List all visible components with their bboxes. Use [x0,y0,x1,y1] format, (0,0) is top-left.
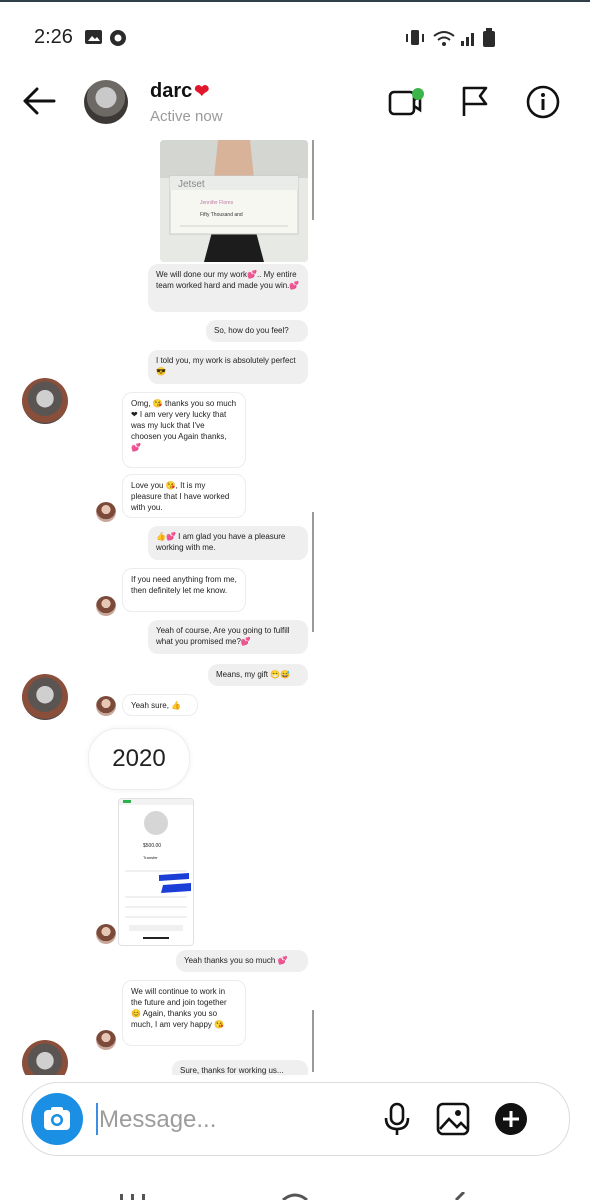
contact-avatar-small[interactable] [96,696,116,716]
message-outgoing[interactable]: Sure, thanks for working us... [172,1060,308,1075]
video-call-icon[interactable] [386,84,426,120]
message-incoming[interactable]: Love you 😘, It is my pleasure that I hav… [122,474,246,518]
gallery-notification-icon [85,30,102,44]
info-icon[interactable] [524,84,562,120]
contact-avatar-large[interactable] [22,1040,68,1075]
contact-avatar-small[interactable] [96,924,116,944]
check-photo[interactable]: Jetset Jennifer Flores Fifty Thousand an… [160,140,308,262]
home-icon[interactable] [280,1192,310,1200]
message-outgoing[interactable]: I told you, my work is absolutely perfec… [148,350,308,384]
chat-header: darc ❤ Active now [0,70,590,140]
contact-name-text: darc [150,80,193,102]
battery-icon [483,28,495,47]
camera-button[interactable] [31,1093,83,1145]
payment-amount: $500.00 [143,843,161,849]
check-photo-art: Jetset Jennifer Flores Fifty Thousand an… [160,140,308,262]
message-input[interactable] [97,1103,361,1137]
contact-avatar-small[interactable] [96,596,116,616]
arrow-left-icon[interactable] [20,84,58,118]
check-brand: Jetset [178,179,205,190]
recent-apps-icon[interactable] [118,1192,148,1200]
settings-notification-icon [110,30,126,46]
message-incoming[interactable]: We will continue to work in the future a… [122,980,246,1046]
top-border [0,0,590,2]
message-incoming[interactable]: Omg, 😘 thanks you so much ❤ I am very ve… [122,392,246,468]
scroll-indicator[interactable] [312,512,314,632]
system-nav-bar [0,1180,590,1200]
message-outgoing[interactable]: Yeah of course, Are you going to fulfill… [148,620,308,654]
message-outgoing[interactable]: Yeah thanks you so much 💕 [176,950,308,972]
back-nav-icon[interactable] [450,1192,470,1200]
signal-icon [461,33,474,46]
contact-name[interactable]: darc ❤ [150,80,209,103]
payment-screenshot-art: $500.00 Transfer [119,799,193,939]
contact-avatar-large[interactable] [22,674,68,720]
contact-avatar-small[interactable] [96,1030,116,1050]
message-outgoing[interactable]: We will done our my work💕.. My entire te… [148,264,308,312]
flag-icon[interactable] [458,84,492,120]
active-status: Active now [150,108,223,125]
mute-vibrate-icon [406,30,424,45]
scroll-indicator[interactable] [312,140,314,220]
message-incoming[interactable]: If you need anything from me, then defin… [122,568,246,612]
status-bar: 2:26 [0,22,590,52]
contact-avatar-large[interactable] [22,378,68,424]
microphone-icon[interactable] [379,1101,415,1137]
message-incoming[interactable]: Yeah sure, 👍 [122,694,198,716]
message-composer [22,1082,570,1156]
message-thread[interactable]: Jetset Jennifer Flores Fifty Thousand an… [0,140,590,1075]
check-line2: Fifty Thousand and [200,212,243,218]
status-time: 2:26 [34,26,73,48]
payment-screenshot[interactable]: $500.00 Transfer [118,798,194,946]
payment-name: Transfer [143,855,158,860]
message-outgoing[interactable]: 👍💕 I am glad you have a pleasure working… [148,526,308,560]
camera-icon [44,1107,70,1130]
message-outgoing[interactable]: So, how do you feel? [206,320,308,342]
plus-icon[interactable] [493,1101,529,1137]
year-bubble[interactable]: 2020 [88,728,190,790]
gallery-icon[interactable] [435,1101,471,1137]
wifi-icon [433,31,455,46]
contact-avatar[interactable] [84,80,128,124]
scroll-indicator[interactable] [312,1010,314,1072]
heart-icon: ❤ [194,81,210,101]
check-line1: Jennifer Flores [200,200,234,206]
message-outgoing[interactable]: Means, my gift 😁😅 [208,664,308,686]
contact-avatar-small[interactable] [96,502,116,522]
